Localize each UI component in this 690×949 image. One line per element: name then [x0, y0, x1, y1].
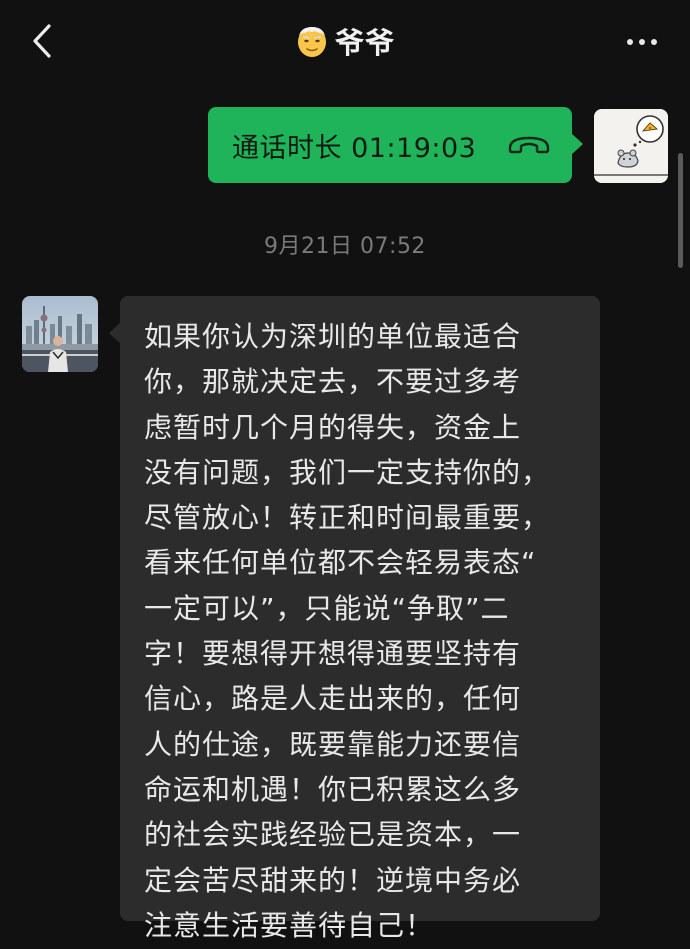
more-dots-icon: [627, 39, 633, 45]
message-line: 命运和机遇！你已积累这么多: [144, 772, 522, 806]
message-line: 人的仕途，既要靠能力还要信: [144, 727, 522, 761]
phone-hangup-icon: [506, 130, 552, 160]
chat-header: 爷爷: [0, 0, 690, 84]
call-duration-bubble[interactable]: 通话时长 01:19:03: [208, 107, 583, 183]
message-line: 注意生活要善待自己！: [144, 908, 435, 942]
more-options-button[interactable]: [622, 22, 662, 62]
chat-screen: 爷爷 通话时长 01:19:03 9月21日 07:52 如果你认为深圳的单位最…: [0, 0, 690, 949]
message-line: 字！要想得开想得通要坚持有: [144, 637, 522, 671]
message-line: 你，那就决定去，不要过多考: [144, 365, 522, 399]
call-duration-text: 通话时长 01:19:03: [232, 132, 477, 164]
incoming-text-bubble[interactable]: 如果你认为深圳的单位最适合 你，那就决定去，不要过多考 虑暂时几个月的得失，资金…: [109, 296, 600, 942]
message-timestamp: 9月21日 07:52: [264, 234, 426, 259]
message-line: 看来任何单位都不会轻易表态“: [144, 546, 537, 580]
message-line: 一定可以”，只能说“争取”二: [144, 591, 510, 625]
chat-title: 爷爷: [0, 20, 690, 62]
message-line: 没有问题，我们一定支持你的，: [144, 455, 551, 489]
contact-name: 爷爷: [334, 26, 395, 60]
grandpa-emoji-icon: [295, 24, 329, 58]
message-line: 尽管放心！转正和时间最重要，: [144, 501, 551, 535]
self-avatar[interactable]: [594, 109, 668, 183]
message-line: 信心，路是人走出来的，任何: [144, 682, 522, 716]
message-line: 的社会实践经验已是资本，一: [144, 818, 522, 852]
outgoing-message-row: 通话时长 01:19:03: [0, 107, 668, 185]
message-line: 定会苦尽甜来的！逆境中务必: [144, 863, 522, 897]
contact-avatar[interactable]: [22, 296, 98, 372]
message-line: 如果你认为深圳的单位最适合: [144, 320, 522, 353]
message-line: 虑暂时几个月的得失，资金上: [144, 410, 522, 444]
